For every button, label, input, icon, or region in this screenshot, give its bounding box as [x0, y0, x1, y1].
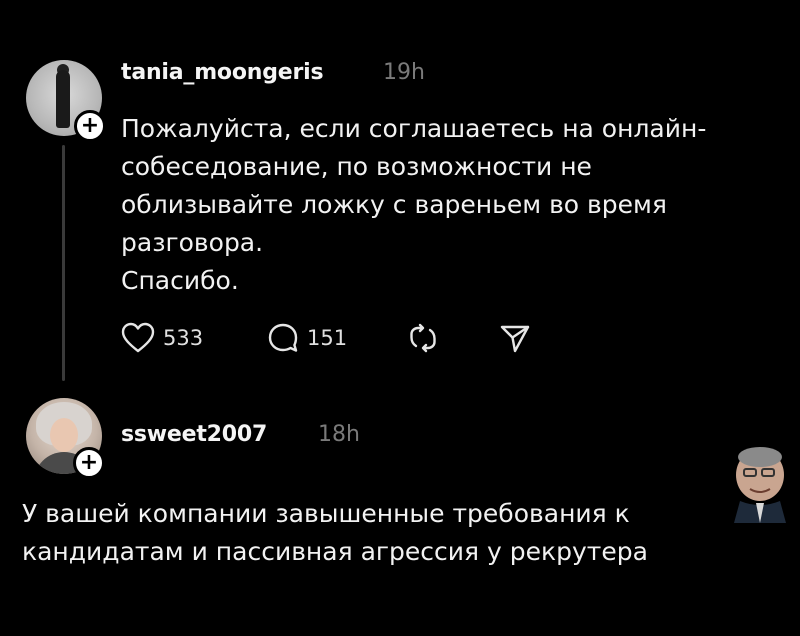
avatar-face [50, 418, 78, 452]
avatar-figure [56, 70, 70, 128]
post-timestamp: 19h [383, 60, 425, 85]
like-count: 533 [163, 326, 204, 350]
heart-icon [121, 322, 155, 353]
reply-timestamp: 18h [318, 422, 360, 447]
follow-plus-icon[interactable]: + [74, 110, 106, 142]
follow-plus-icon[interactable]: + [73, 447, 105, 479]
repost-icon [410, 323, 436, 353]
like-button[interactable]: 533 [121, 322, 267, 354]
post-text: Пожалуйста, если соглашаетесь на онлайн-… [121, 114, 707, 295]
repost-button[interactable] [407, 322, 499, 354]
man-face-sticker-icon [728, 445, 790, 523]
post-actions: 533 151 [121, 318, 531, 358]
reply-username[interactable]: ssweet2007 [121, 422, 267, 447]
share-button[interactable] [499, 322, 531, 354]
thread-line [62, 145, 65, 381]
comment-button[interactable]: 151 [267, 322, 407, 354]
reply-text: У вашей компании завышенные требования к… [22, 499, 648, 566]
send-icon [500, 325, 530, 353]
post-username[interactable]: tania_moongeris [121, 60, 324, 85]
comment-count: 151 [307, 326, 348, 350]
comment-bubble-icon [268, 323, 298, 352]
